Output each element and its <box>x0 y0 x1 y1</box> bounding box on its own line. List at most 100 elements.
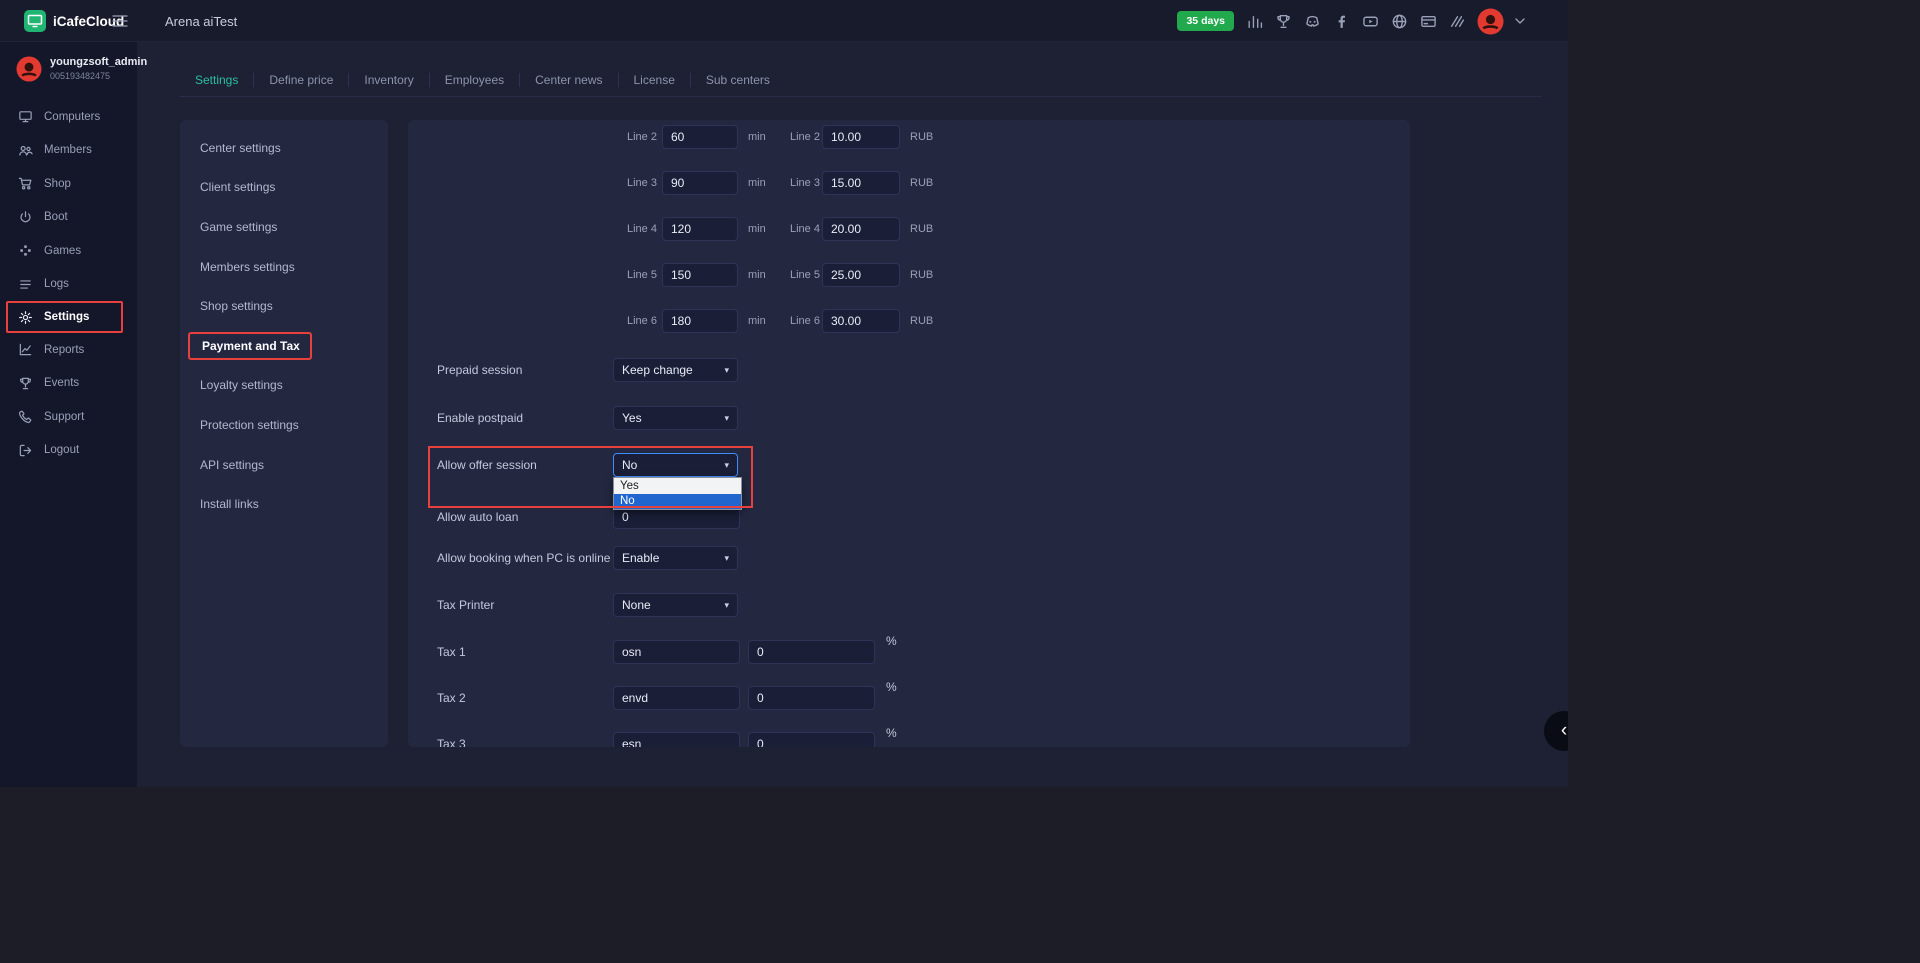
sidebar-item-computers[interactable]: Computers <box>0 100 137 134</box>
user-avatar[interactable] <box>1477 8 1504 35</box>
line-min-input[interactable] <box>662 309 738 333</box>
shades-icon[interactable] <box>1448 12 1466 30</box>
line-min-label: Line 4 <box>627 217 657 241</box>
facebook-icon[interactable] <box>1332 12 1350 30</box>
settings-nav-shop-settings[interactable]: Shop settings <box>180 286 388 326</box>
nav-item-label: Game settings <box>200 220 277 234</box>
settings-nav-game-settings[interactable]: Game settings <box>180 207 388 247</box>
line-rub-input[interactable] <box>822 263 900 287</box>
line-row-3: Line 3 min Line 3 RUB <box>408 171 1410 195</box>
tax1-name-input[interactable] <box>613 640 740 664</box>
sidebar-item-reports[interactable]: Reports <box>0 333 137 367</box>
brand-logo[interactable]: iCafeCloud <box>24 10 124 32</box>
sidebar-item-label: Members <box>44 144 92 156</box>
form-row-tax3: Tax 3 % <box>408 732 1410 747</box>
form-row-tax2: Tax 2 % <box>408 686 1410 710</box>
tax2-rate-input[interactable] <box>748 686 875 710</box>
logout-icon <box>18 443 33 458</box>
sidebar-item-support[interactable]: Support <box>0 400 137 434</box>
user-name: youngzsoft_admin <box>50 56 147 68</box>
tab-center-news[interactable]: Center news <box>520 73 618 87</box>
youtube-icon[interactable] <box>1361 12 1379 30</box>
line-rub-input[interactable] <box>822 171 900 195</box>
settings-nav-loyalty-settings[interactable]: Loyalty settings <box>180 366 388 406</box>
field-label: Tax Printer <box>437 593 494 617</box>
tax3-name-input[interactable] <box>613 732 740 747</box>
dropdown-option-yes[interactable]: Yes <box>614 478 741 494</box>
line-rub-input[interactable] <box>822 125 900 149</box>
sidebar-item-shop[interactable]: Shop <box>0 167 137 201</box>
settings-nav-install-links[interactable]: Install links <box>180 484 388 524</box>
min-suffix: min <box>748 309 766 333</box>
sidebar-item-events[interactable]: Events <box>0 367 137 401</box>
tab-inventory[interactable]: Inventory <box>349 73 429 87</box>
line-rub-input[interactable] <box>822 309 900 333</box>
games-icon <box>18 243 33 258</box>
line-min-label: Line 3 <box>627 171 657 195</box>
topbar: iCafeCloud Arena aiTest 35 days <box>0 0 1568 42</box>
line-row-6: Line 6 min Line 6 RUB <box>408 309 1410 333</box>
tab-settings[interactable]: Settings <box>180 73 254 87</box>
card-icon[interactable] <box>1419 12 1437 30</box>
nav-item-label: Install links <box>200 497 259 511</box>
tax2-name-input[interactable] <box>613 686 740 710</box>
sidebar-item-label: Boot <box>44 211 68 223</box>
discord-icon[interactable] <box>1303 12 1321 30</box>
tax3-rate-input[interactable] <box>748 732 875 747</box>
line-min-input[interactable] <box>662 217 738 241</box>
allow-offer-session-select[interactable]: No ▾ <box>613 453 738 477</box>
select-value: None <box>622 598 651 612</box>
sidebar-user[interactable]: youngzsoft_admin 005193482475 <box>0 42 137 92</box>
license-days-badge[interactable]: 35 days <box>1177 11 1234 31</box>
field-label: Prepaid session <box>437 358 522 382</box>
tax-printer-select[interactable]: None ▾ <box>613 593 738 617</box>
trophy-icon[interactable] <box>1274 12 1292 30</box>
line-min-input[interactable] <box>662 263 738 287</box>
line-min-input[interactable] <box>662 125 738 149</box>
settings-nav-members-settings[interactable]: Members settings <box>180 247 388 287</box>
tab-sub-centers[interactable]: Sub centers <box>691 73 785 87</box>
tab-define-price[interactable]: Define price <box>254 73 349 87</box>
dropdown-option-no[interactable]: No <box>614 494 741 510</box>
sidebar-menu: Computers Members Shop Boot Games <box>0 100 137 467</box>
settings-nav-api-settings[interactable]: API settings <box>180 445 388 485</box>
settings-nav-list: Center settings Client settings Game set… <box>180 120 388 524</box>
tab-license[interactable]: License <box>619 73 691 87</box>
prepaid-session-select[interactable]: Keep change ▾ <box>613 358 738 382</box>
monitor-icon <box>18 109 33 124</box>
tab-employees[interactable]: Employees <box>430 73 520 87</box>
caret-down-icon[interactable] <box>1515 18 1525 24</box>
field-label: Tax 1 <box>437 640 466 664</box>
line-rub-label: Line 6 <box>790 309 820 333</box>
chevron-down-icon: ▾ <box>724 365 729 376</box>
form-row-enable-postpaid: Enable postpaid Yes ▾ <box>408 406 1410 430</box>
nav-item-label: Members settings <box>200 260 295 274</box>
line-rub-input[interactable] <box>822 217 900 241</box>
enable-postpaid-select[interactable]: Yes ▾ <box>613 406 738 430</box>
form-row-tax-printer: Tax Printer None ▾ <box>408 593 1410 617</box>
field-label: Tax 3 <box>437 732 466 747</box>
stats-icon[interactable] <box>1245 12 1263 30</box>
screen: iCafeCloud Arena aiTest 35 days <box>0 0 1920 963</box>
collapse-panel-button[interactable]: ‹ <box>1544 711 1568 751</box>
line-min-input[interactable] <box>662 171 738 195</box>
allow-booking-select[interactable]: Enable ▾ <box>613 546 738 570</box>
sidebar-item-games[interactable]: Games <box>0 234 137 268</box>
settings-nav-client-settings[interactable]: Client settings <box>180 168 388 208</box>
tax1-rate-input[interactable] <box>748 640 875 664</box>
sidebar-item-members[interactable]: Members <box>0 134 137 168</box>
sidebar-item-logs[interactable]: Logs <box>0 268 137 302</box>
form-row-allow-auto-loan: Allow auto loan <box>408 505 1410 529</box>
settings-nav-protection-settings[interactable]: Protection settings <box>180 405 388 445</box>
line-row-2: Line 2 min Line 2 RUB <box>408 125 1410 149</box>
sidebar-item-logout[interactable]: Logout <box>0 434 137 468</box>
hamburger-menu-icon[interactable] <box>112 14 128 28</box>
sidebar-item-label: Events <box>44 377 79 389</box>
sidebar-item-boot[interactable]: Boot <box>0 201 137 235</box>
line-min-label: Line 2 <box>627 125 657 149</box>
sidebar-item-settings[interactable]: Settings <box>6 301 123 333</box>
settings-nav-center-settings[interactable]: Center settings <box>180 128 388 168</box>
settings-nav-payment-and-tax[interactable]: Payment and Tax <box>180 326 388 366</box>
line-rub-label: Line 5 <box>790 263 820 287</box>
globe-icon[interactable] <box>1390 12 1408 30</box>
